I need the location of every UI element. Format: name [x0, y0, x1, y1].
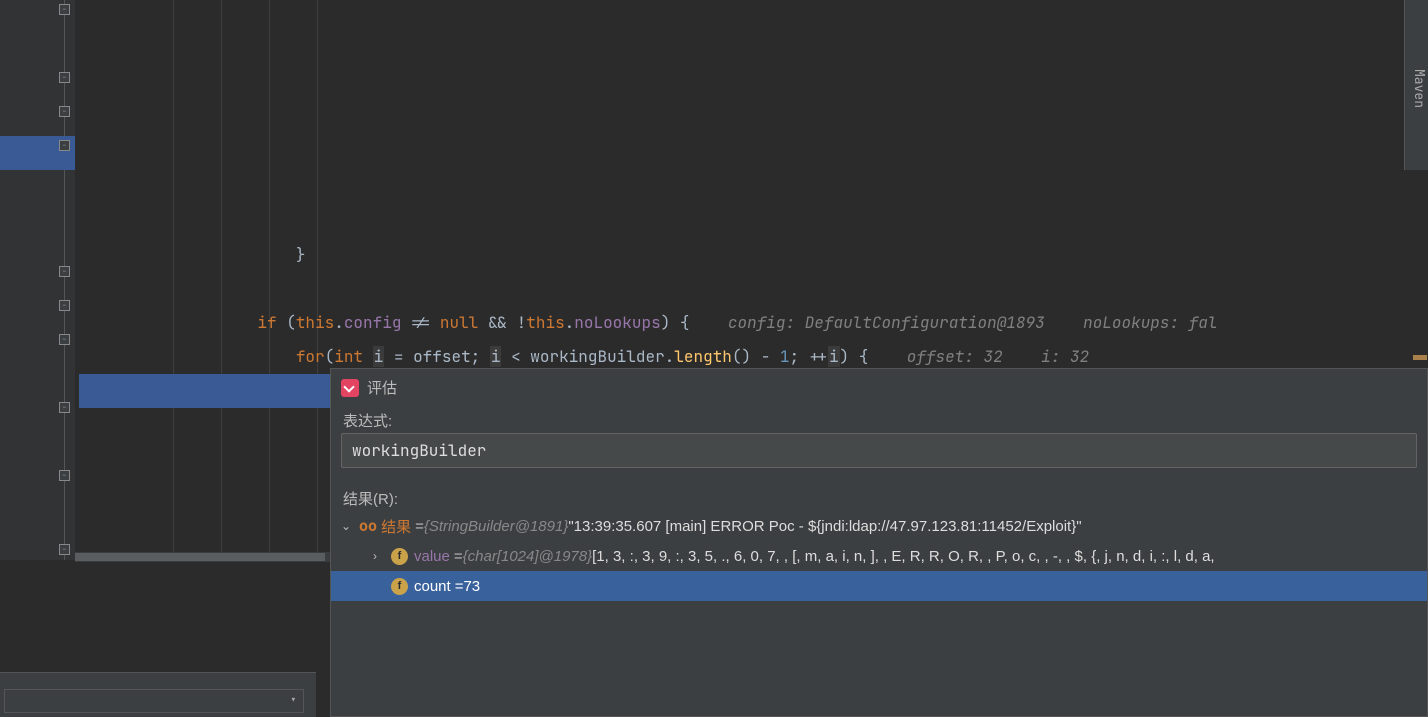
right-tool-tab-maven[interactable]: Maven [1404, 0, 1428, 170]
inline-debug-hint: offset: 32 i: 32 [868, 346, 1089, 367]
result-row[interactable]: fcount = 73 [331, 571, 1427, 601]
result-type: {StringBuilder@1891} [424, 518, 569, 535]
fold-toggle-icon[interactable]: − [59, 300, 70, 311]
equals-sign: = [455, 578, 464, 595]
field-icon: f [391, 578, 408, 595]
fold-toggle-icon[interactable]: − [59, 266, 70, 277]
fold-toggle-icon[interactable]: − [59, 140, 70, 151]
intellij-product-icon [341, 379, 359, 397]
editor-gutter: − − − − − − − − − − [0, 0, 75, 560]
result-value: "13:39:35.607 [main] ERROR Poc - ${jndi:… [568, 518, 1081, 535]
result-name: count [414, 578, 451, 595]
fold-toggle-icon[interactable]: − [59, 470, 70, 481]
fold-toggle-icon[interactable]: − [59, 402, 70, 413]
result-name: value [414, 548, 450, 565]
variables-filter-dropdown[interactable] [4, 689, 304, 713]
chevron-down-icon[interactable]: ⌄ [341, 519, 355, 533]
result-type: {char[1024]@1978} [463, 548, 593, 565]
result-row[interactable]: › fvalue = {char[1024]@1978} [1, 3, :, 3,… [331, 541, 1427, 571]
equals-sign: = [415, 518, 424, 535]
fold-toggle-icon[interactable]: − [59, 334, 70, 345]
scrollbar-thumb[interactable] [75, 553, 325, 561]
chevron-right-icon[interactable]: › [373, 549, 387, 563]
result-value: [1, 3, :, 3, 9, :, 3, 5, ., 6, 0, 7, , [… [592, 548, 1214, 565]
fold-toggle-icon[interactable]: − [59, 106, 70, 117]
code-line[interactable] [79, 272, 1428, 306]
expression-input[interactable] [341, 433, 1417, 468]
equals-sign: = [454, 548, 463, 565]
fold-toggle-icon[interactable]: − [59, 4, 70, 15]
field-icon: f [391, 548, 408, 565]
evaluate-expression-popup: 评估 表达式: 结果(R): ⌄ oo结果 = {StringBuilder@18… [330, 368, 1428, 717]
code-line[interactable]: if (this.config != null && !this.noLooku… [79, 306, 1428, 340]
inline-debug-hint: config: DefaultConfiguration@1893 noLook… [690, 312, 1218, 333]
marker-warning[interactable] [1413, 355, 1427, 360]
object-icon: oo [359, 517, 377, 535]
results-label: 结果(R): [331, 484, 1427, 511]
evaluate-header[interactable]: 评估 [331, 369, 1427, 406]
result-row[interactable]: ⌄ oo结果 = {StringBuilder@1891} "13:39:35.6… [331, 511, 1427, 541]
result-name: 结果 [381, 516, 411, 537]
code-line[interactable]: } [79, 238, 1428, 272]
expression-label: 表达式: [331, 406, 1427, 433]
right-tool-label: Maven [1411, 69, 1428, 108]
fold-toggle-icon[interactable]: − [59, 544, 70, 555]
fold-toggle-icon[interactable]: − [59, 72, 70, 83]
bottom-left-panel [0, 672, 316, 717]
results-tree[interactable]: ⌄ oo结果 = {StringBuilder@1891} "13:39:35.6… [331, 511, 1427, 601]
result-value: 73 [463, 578, 480, 595]
evaluate-title: 评估 [367, 377, 397, 398]
